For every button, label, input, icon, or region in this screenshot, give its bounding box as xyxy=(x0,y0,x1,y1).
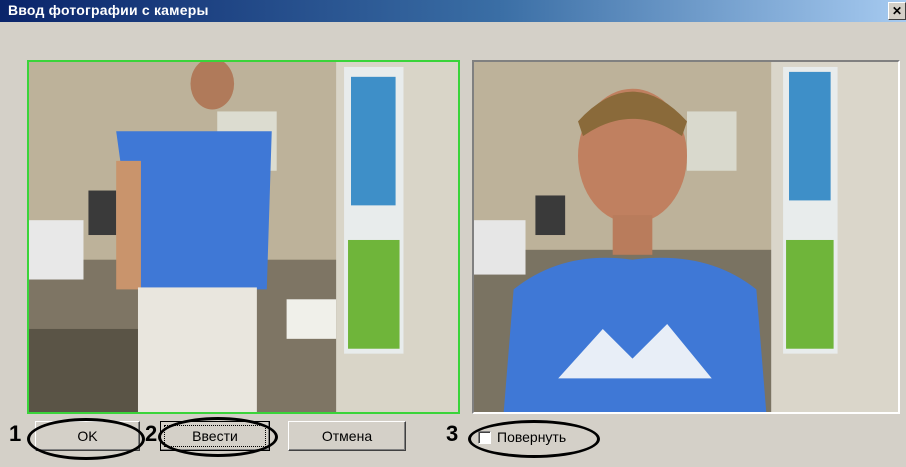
callout-number-3: 3 xyxy=(446,421,459,446)
rotate-checkbox[interactable] xyxy=(478,430,491,444)
enter-button[interactable]: Ввести xyxy=(160,421,270,451)
rotate-label: Повернуть xyxy=(497,429,567,445)
ok-button-label: OK xyxy=(77,428,98,444)
title-bar: Ввод фотографии с камеры ✕ xyxy=(0,0,906,22)
close-button[interactable]: ✕ xyxy=(888,2,906,20)
ok-button[interactable]: OK xyxy=(35,421,140,451)
window-title: Ввод фотографии с камеры xyxy=(8,2,209,18)
cancel-button[interactable]: Отмена xyxy=(288,421,406,451)
captured-photo-view xyxy=(472,60,900,414)
rotate-option[interactable]: Повернуть xyxy=(478,429,566,445)
close-icon: ✕ xyxy=(891,4,903,18)
callout-number-2: 2 xyxy=(145,421,158,446)
cancel-button-label: Отмена xyxy=(321,428,373,444)
enter-button-label: Ввести xyxy=(192,428,238,444)
live-camera-image xyxy=(29,62,458,412)
live-camera-view xyxy=(27,60,460,414)
callout-number-1: 1 xyxy=(9,421,22,446)
captured-photo-image xyxy=(474,62,898,412)
